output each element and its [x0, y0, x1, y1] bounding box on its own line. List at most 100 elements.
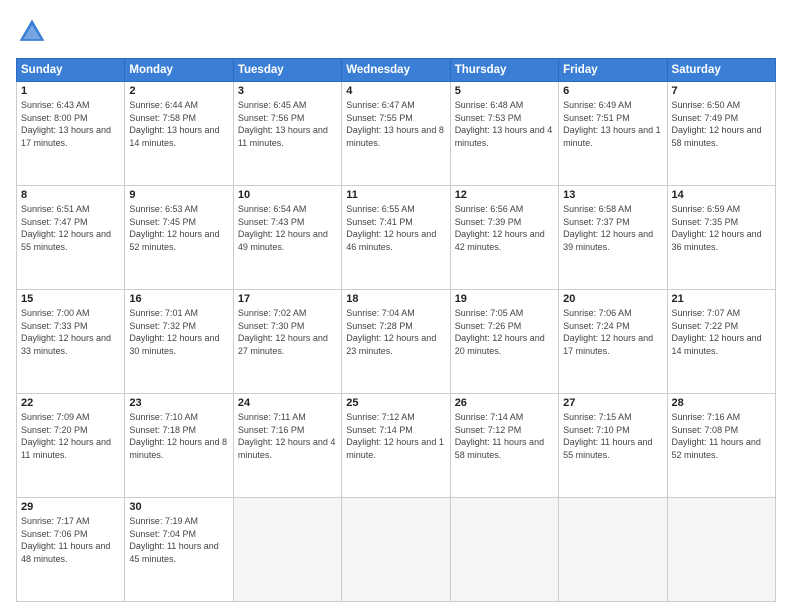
calendar-cell: 16 Sunrise: 7:01 AM Sunset: 7:32 PM Dayli…: [125, 290, 233, 394]
day-info: Sunrise: 7:15 AM Sunset: 7:10 PM Dayligh…: [563, 411, 662, 461]
day-number: 23: [129, 397, 228, 409]
calendar-cell: 22 Sunrise: 7:09 AM Sunset: 7:20 PM Dayli…: [17, 394, 125, 498]
calendar-cell: 5 Sunrise: 6:48 AM Sunset: 7:53 PM Daylig…: [450, 82, 558, 186]
day-info: Sunrise: 6:55 AM Sunset: 7:41 PM Dayligh…: [346, 203, 445, 253]
weekday-header-monday: Monday: [125, 59, 233, 82]
day-info: Sunrise: 7:11 AM Sunset: 7:16 PM Dayligh…: [238, 411, 337, 461]
day-info: Sunrise: 6:58 AM Sunset: 7:37 PM Dayligh…: [563, 203, 662, 253]
day-number: 4: [346, 85, 445, 97]
day-number: 6: [563, 85, 662, 97]
day-number: 30: [129, 501, 228, 513]
calendar-cell: 27Sunrise: 7:15 AM Sunset: 7:10 PM Dayli…: [559, 394, 667, 498]
weekday-header-sunday: Sunday: [17, 59, 125, 82]
day-info: Sunrise: 6:45 AM Sunset: 7:56 PM Dayligh…: [238, 99, 337, 149]
day-number: 15: [21, 293, 120, 305]
day-info: Sunrise: 7:17 AM Sunset: 7:06 PM Dayligh…: [21, 515, 120, 565]
day-number: 19: [455, 293, 554, 305]
day-number: 14: [672, 189, 771, 201]
day-info: Sunrise: 7:05 AM Sunset: 7:26 PM Dayligh…: [455, 307, 554, 357]
calendar-cell: [450, 498, 558, 602]
calendar-cell: 1 Sunrise: 6:43 AM Sunset: 8:00 PM Daylig…: [17, 82, 125, 186]
day-info: Sunrise: 7:00 AM Sunset: 7:33 PM Dayligh…: [21, 307, 120, 357]
day-info: Sunrise: 7:19 AM Sunset: 7:04 PM Dayligh…: [129, 515, 228, 565]
day-info: Sunrise: 6:49 AM Sunset: 7:51 PM Dayligh…: [563, 99, 662, 149]
day-number: 3: [238, 85, 337, 97]
day-number: 21: [672, 293, 771, 305]
day-info: Sunrise: 6:54 AM Sunset: 7:43 PM Dayligh…: [238, 203, 337, 253]
calendar: SundayMondayTuesdayWednesdayThursdayFrid…: [16, 58, 776, 602]
calendar-cell: 13Sunrise: 6:58 AM Sunset: 7:37 PM Dayli…: [559, 186, 667, 290]
calendar-cell: 6 Sunrise: 6:49 AM Sunset: 7:51 PM Daylig…: [559, 82, 667, 186]
day-number: 8: [21, 189, 120, 201]
day-number: 1: [21, 85, 120, 97]
calendar-week-5: 29 Sunrise: 7:17 AM Sunset: 7:06 PM Dayli…: [17, 498, 776, 602]
day-info: Sunrise: 6:53 AM Sunset: 7:45 PM Dayligh…: [129, 203, 228, 253]
day-info: Sunrise: 7:14 AM Sunset: 7:12 PM Dayligh…: [455, 411, 554, 461]
weekday-header-saturday: Saturday: [667, 59, 775, 82]
calendar-cell: 23 Sunrise: 7:10 AM Sunset: 7:18 PM Dayli…: [125, 394, 233, 498]
day-info: Sunrise: 6:44 AM Sunset: 7:58 PM Dayligh…: [129, 99, 228, 149]
weekday-header-thursday: Thursday: [450, 59, 558, 82]
day-info: Sunrise: 7:02 AM Sunset: 7:30 PM Dayligh…: [238, 307, 337, 357]
day-info: Sunrise: 7:04 AM Sunset: 7:28 PM Dayligh…: [346, 307, 445, 357]
calendar-cell: [559, 498, 667, 602]
calendar-cell: 2 Sunrise: 6:44 AM Sunset: 7:58 PM Daylig…: [125, 82, 233, 186]
header: [16, 16, 776, 48]
calendar-cell: 24 Sunrise: 7:11 AM Sunset: 7:16 PM Dayli…: [233, 394, 341, 498]
calendar-cell: 12 Sunrise: 6:56 AM Sunset: 7:39 PM Dayli…: [450, 186, 558, 290]
day-number: 17: [238, 293, 337, 305]
day-info: Sunrise: 6:48 AM Sunset: 7:53 PM Dayligh…: [455, 99, 554, 149]
calendar-cell: 11Sunrise: 6:55 AM Sunset: 7:41 PM Dayli…: [342, 186, 450, 290]
day-info: Sunrise: 6:43 AM Sunset: 8:00 PM Dayligh…: [21, 99, 120, 149]
calendar-cell: 18Sunrise: 7:04 AM Sunset: 7:28 PM Dayli…: [342, 290, 450, 394]
calendar-cell: 10Sunrise: 6:54 AM Sunset: 7:43 PM Dayli…: [233, 186, 341, 290]
day-number: 16: [129, 293, 228, 305]
calendar-week-1: 1 Sunrise: 6:43 AM Sunset: 8:00 PM Daylig…: [17, 82, 776, 186]
day-number: 22: [21, 397, 120, 409]
calendar-cell: 17 Sunrise: 7:02 AM Sunset: 7:30 PM Dayli…: [233, 290, 341, 394]
calendar-week-3: 15 Sunrise: 7:00 AM Sunset: 7:33 PM Dayli…: [17, 290, 776, 394]
calendar-cell: 4 Sunrise: 6:47 AM Sunset: 7:55 PM Daylig…: [342, 82, 450, 186]
day-number: 12: [455, 189, 554, 201]
day-number: 28: [672, 397, 771, 409]
day-info: Sunrise: 7:07 AM Sunset: 7:22 PM Dayligh…: [672, 307, 771, 357]
calendar-cell: 15 Sunrise: 7:00 AM Sunset: 7:33 PM Dayli…: [17, 290, 125, 394]
day-number: 24: [238, 397, 337, 409]
day-info: Sunrise: 7:01 AM Sunset: 7:32 PM Dayligh…: [129, 307, 228, 357]
calendar-cell: 29 Sunrise: 7:17 AM Sunset: 7:06 PM Dayli…: [17, 498, 125, 602]
day-number: 20: [563, 293, 662, 305]
day-info: Sunrise: 6:50 AM Sunset: 7:49 PM Dayligh…: [672, 99, 771, 149]
day-info: Sunrise: 6:47 AM Sunset: 7:55 PM Dayligh…: [346, 99, 445, 149]
calendar-cell: 21 Sunrise: 7:07 AM Sunset: 7:22 PM Dayli…: [667, 290, 775, 394]
calendar-week-4: 22 Sunrise: 7:09 AM Sunset: 7:20 PM Dayli…: [17, 394, 776, 498]
calendar-cell: 30 Sunrise: 7:19 AM Sunset: 7:04 PM Dayli…: [125, 498, 233, 602]
calendar-cell: 25 Sunrise: 7:12 AM Sunset: 7:14 PM Dayli…: [342, 394, 450, 498]
calendar-cell: 7 Sunrise: 6:50 AM Sunset: 7:49 PM Daylig…: [667, 82, 775, 186]
calendar-cell: 9Sunrise: 6:53 AM Sunset: 7:45 PM Daylig…: [125, 186, 233, 290]
day-info: Sunrise: 6:59 AM Sunset: 7:35 PM Dayligh…: [672, 203, 771, 253]
calendar-cell: [342, 498, 450, 602]
calendar-cell: 14 Sunrise: 6:59 AM Sunset: 7:35 PM Dayli…: [667, 186, 775, 290]
logo: [16, 16, 52, 48]
day-number: 29: [21, 501, 120, 513]
calendar-cell: 26 Sunrise: 7:14 AM Sunset: 7:12 PM Dayli…: [450, 394, 558, 498]
day-info: Sunrise: 7:09 AM Sunset: 7:20 PM Dayligh…: [21, 411, 120, 461]
calendar-cell: [667, 498, 775, 602]
day-number: 25: [346, 397, 445, 409]
page: SundayMondayTuesdayWednesdayThursdayFrid…: [0, 0, 792, 612]
day-info: Sunrise: 7:06 AM Sunset: 7:24 PM Dayligh…: [563, 307, 662, 357]
weekday-header-friday: Friday: [559, 59, 667, 82]
calendar-cell: 8Sunrise: 6:51 AM Sunset: 7:47 PM Daylig…: [17, 186, 125, 290]
weekday-header-wednesday: Wednesday: [342, 59, 450, 82]
day-info: Sunrise: 7:12 AM Sunset: 7:14 PM Dayligh…: [346, 411, 445, 461]
day-info: Sunrise: 7:16 AM Sunset: 7:08 PM Dayligh…: [672, 411, 771, 461]
day-info: Sunrise: 6:56 AM Sunset: 7:39 PM Dayligh…: [455, 203, 554, 253]
day-number: 2: [129, 85, 228, 97]
day-number: 7: [672, 85, 771, 97]
calendar-week-2: 8Sunrise: 6:51 AM Sunset: 7:47 PM Daylig…: [17, 186, 776, 290]
day-info: Sunrise: 7:10 AM Sunset: 7:18 PM Dayligh…: [129, 411, 228, 461]
day-number: 5: [455, 85, 554, 97]
day-number: 26: [455, 397, 554, 409]
calendar-cell: [233, 498, 341, 602]
calendar-cell: 20 Sunrise: 7:06 AM Sunset: 7:24 PM Dayli…: [559, 290, 667, 394]
